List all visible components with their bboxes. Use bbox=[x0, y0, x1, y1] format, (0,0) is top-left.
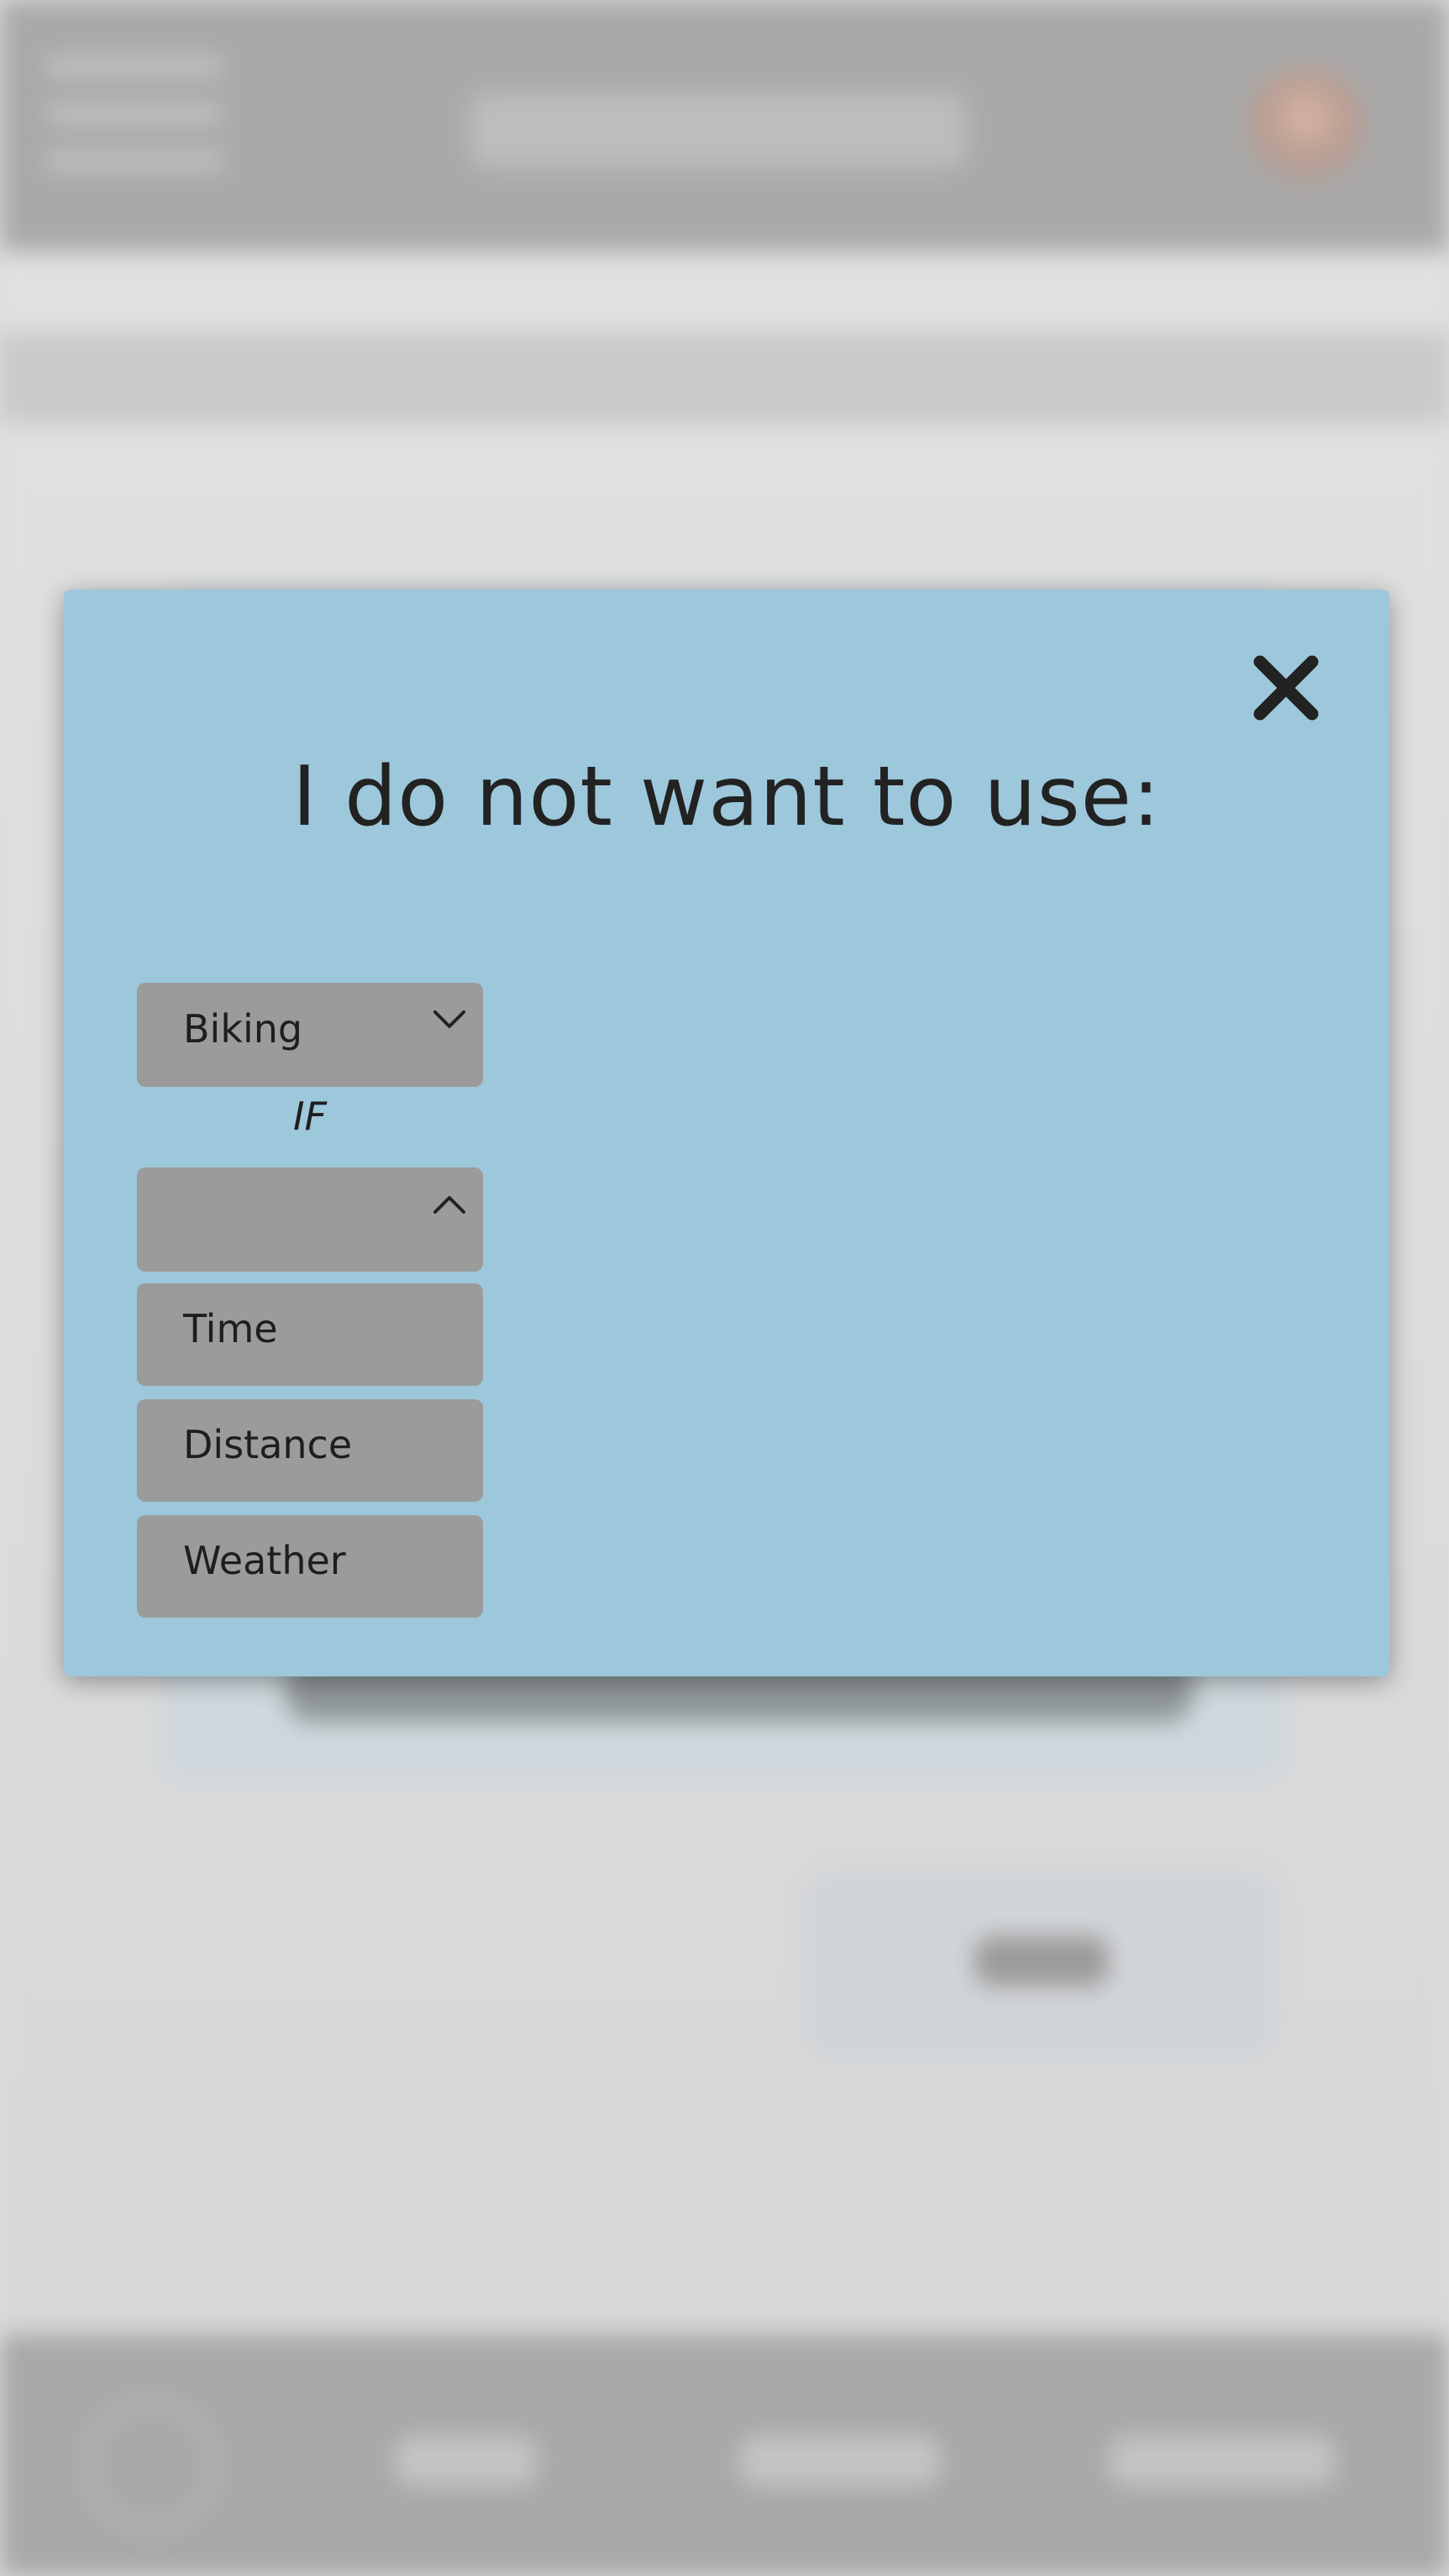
background-button-text-placeholder bbox=[974, 1936, 1109, 1986]
option-label: Weather bbox=[183, 1538, 346, 1583]
condition-option-time[interactable]: Time bbox=[137, 1283, 483, 1386]
bottom-nav-item bbox=[739, 2436, 941, 2486]
option-label: Time bbox=[183, 1306, 278, 1351]
chevron-down-icon bbox=[433, 1008, 466, 1031]
close-button[interactable] bbox=[1248, 650, 1324, 726]
menu-icon bbox=[46, 59, 223, 193]
activity-select-value: Biking bbox=[183, 1006, 303, 1052]
subheader-band bbox=[0, 332, 1449, 424]
avatar bbox=[1243, 67, 1369, 193]
activity-select[interactable]: Biking bbox=[137, 983, 483, 1087]
bottom-nav-home-icon bbox=[84, 2398, 218, 2532]
condition-option-distance[interactable]: Distance bbox=[137, 1399, 483, 1502]
condition-option-weather[interactable]: Weather bbox=[137, 1515, 483, 1618]
chevron-up-icon bbox=[433, 1193, 466, 1216]
bottom-nav-item bbox=[1109, 2436, 1336, 2486]
bottom-nav-item bbox=[395, 2436, 538, 2486]
exclusion-modal: I do not want to use: Biking IF Time Dis… bbox=[64, 590, 1389, 1676]
condition-select[interactable] bbox=[137, 1167, 483, 1272]
option-label: Distance bbox=[183, 1422, 353, 1467]
condition-keyword: IF bbox=[292, 1094, 328, 1139]
close-icon bbox=[1248, 650, 1324, 726]
modal-title: I do not want to use: bbox=[292, 749, 1161, 845]
app-title-placeholder bbox=[470, 92, 966, 168]
